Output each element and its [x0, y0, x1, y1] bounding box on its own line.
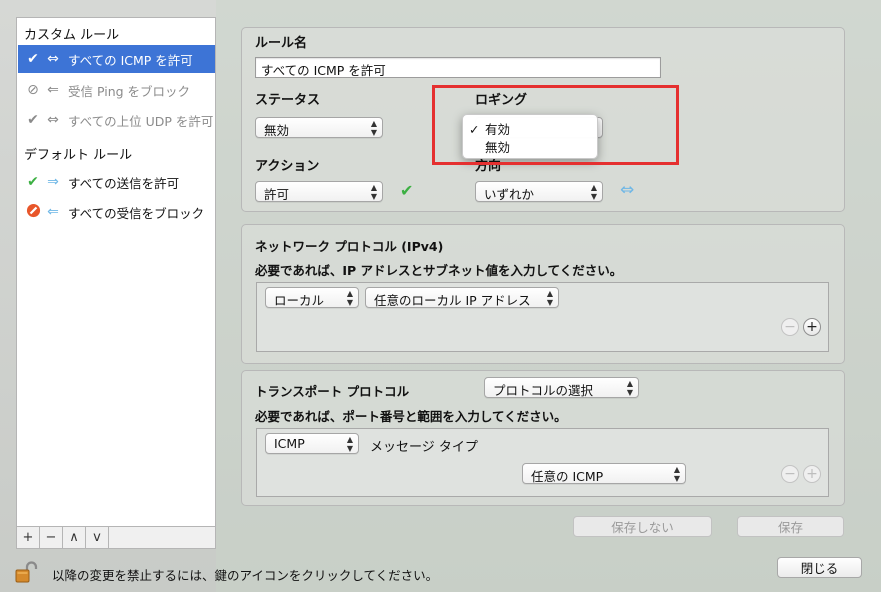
action-popup[interactable]: 許可 ▲ ▼	[255, 181, 383, 202]
network-protocol-title: ネットワーク プロトコル (IPv4)	[255, 239, 444, 254]
rules-sidebar: カスタム ルール ✔ ⇔ すべての ICMP を許可 ⊘ ⇐ 受信 Ping を…	[16, 17, 216, 527]
chevron-up-down-icon: ▲ ▼	[370, 182, 377, 201]
green-check-icon: ✔	[400, 181, 414, 200]
action-value: 許可	[264, 187, 290, 202]
message-type-label: メッセージ タイプ	[370, 440, 478, 455]
close-button[interactable]: 閉じる	[777, 557, 862, 578]
action-label: アクション	[255, 159, 320, 174]
move-down-button[interactable]: v	[86, 527, 109, 548]
bidirectional-arrow-icon: ⇔	[47, 51, 59, 67]
bidirectional-arrow-icon: ⇔	[620, 180, 635, 200]
add-rule-button[interactable]: +	[17, 527, 40, 548]
chevron-up-down-icon: ▲ ▼	[626, 378, 633, 397]
network-protocol-subtitle: 必要であれば、IP アドレスとサブネット値を入力してください。	[255, 263, 623, 278]
rule-name-label: ルール名	[255, 36, 308, 51]
chevron-up-down-icon: ▲ ▼	[546, 288, 553, 307]
add-address-button[interactable]: +	[803, 318, 821, 336]
transport-protocol-popup[interactable]: ICMP ▲ ▼	[265, 433, 359, 454]
chevron-up-down-icon: ▲ ▼	[346, 288, 353, 307]
left-arrow-icon: ⇐	[47, 82, 59, 98]
chevron-up-down-icon: ▲ ▼	[346, 434, 353, 453]
remove-rule-button[interactable]: −	[40, 527, 63, 548]
chevron-up-down-icon: ▲ ▼	[673, 464, 680, 483]
transport-protocol-value: ICMP	[274, 436, 305, 451]
custom-rules-header: カスタム ルール	[24, 28, 120, 43]
status-popup[interactable]: 無効 ▲ ▼	[255, 117, 383, 138]
lock-icon[interactable]	[15, 561, 39, 586]
sidebar-item-allow-all-icmp[interactable]: ✔ ⇔ すべての ICMP を許可	[18, 45, 215, 73]
direction-popup[interactable]: いずれか ▲ ▼	[475, 181, 603, 202]
sidebar-item-allow-all-outgoing[interactable]: ✔ ⇒ すべての送信を許可	[18, 168, 215, 196]
transport-protocol-subtitle: 必要であれば、ポート番号と範囲を入力してください。	[255, 409, 567, 424]
address-popup[interactable]: 任意のローカル IP アドレス ▲ ▼	[365, 287, 559, 308]
right-arrow-icon: ⇒	[47, 174, 59, 190]
green-check-icon: ✔	[27, 174, 39, 190]
status-value: 無効	[264, 123, 290, 138]
direction-value: いずれか	[484, 187, 535, 202]
sidebar-item-allow-upper-udp[interactable]: ✔ ⇔ すべての上位 UDP を許可	[18, 106, 215, 134]
highlight-annotation	[432, 85, 679, 165]
transport-protocol-title: トランスポート プロトコル	[255, 384, 410, 399]
remove-port-button[interactable]: −	[781, 465, 799, 483]
add-port-button[interactable]: +	[803, 465, 821, 483]
sidebar-toolbar: + − ∧ v	[16, 527, 216, 549]
lock-hint-text: 以降の変更を禁止するには、鍵のアイコンをクリックしてください。	[52, 568, 439, 583]
sidebar-item-block-incoming-ping[interactable]: ⊘ ⇐ 受信 Ping をブロック	[18, 76, 215, 104]
check-icon: ✔	[27, 51, 39, 67]
block-icon: ⊘	[27, 82, 39, 98]
sidebar-item-block-all-incoming[interactable]: ⇐ すべての受信をブロック	[18, 198, 215, 226]
check-icon: ✔	[27, 112, 39, 128]
protocol-select-value: プロトコルの選択	[493, 383, 594, 398]
scope-value: ローカル	[274, 293, 325, 308]
remove-address-button[interactable]: −	[781, 318, 799, 336]
message-type-value: 任意の ICMP	[531, 469, 604, 484]
sidebar-item-label: すべての ICMP を許可	[68, 52, 193, 68]
bidirectional-arrow-icon: ⇔	[47, 112, 59, 128]
address-value: 任意のローカル IP アドレス	[374, 293, 531, 308]
dont-save-button[interactable]: 保存しない	[573, 516, 712, 537]
chevron-up-down-icon: ▲ ▼	[590, 182, 597, 201]
sidebar-item-label: すべての送信を許可	[68, 175, 180, 191]
scope-popup[interactable]: ローカル ▲ ▼	[265, 287, 359, 308]
rule-name-field[interactable]: すべての ICMP を許可	[255, 57, 661, 78]
chevron-up-down-icon: ▲ ▼	[370, 118, 377, 137]
message-type-popup[interactable]: 任意の ICMP ▲ ▼	[522, 463, 686, 484]
save-button[interactable]: 保存	[737, 516, 844, 537]
sidebar-item-label: すべての受信をブロック	[68, 205, 205, 221]
protocol-select-popup[interactable]: プロトコルの選択 ▲ ▼	[484, 377, 639, 398]
red-block-icon	[24, 203, 42, 222]
left-arrow-icon: ⇐	[47, 204, 59, 220]
status-label: ステータス	[255, 93, 321, 108]
sidebar-item-label: すべての上位 UDP を許可	[68, 113, 214, 129]
default-rules-header: デフォルト ルール	[24, 148, 133, 163]
sidebar-item-label: 受信 Ping をブロック	[68, 83, 191, 99]
move-up-button[interactable]: ∧	[63, 527, 86, 548]
